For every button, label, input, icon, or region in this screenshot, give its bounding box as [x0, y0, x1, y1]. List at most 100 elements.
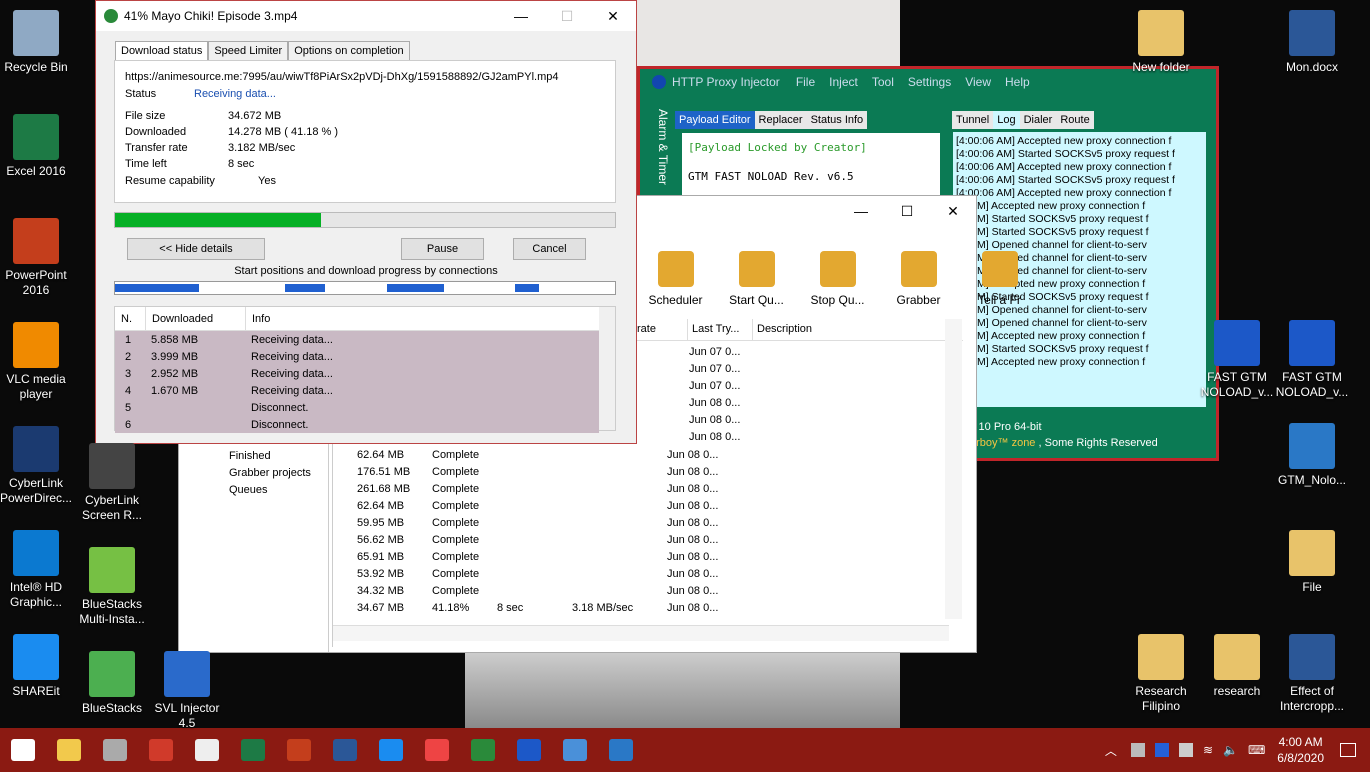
- ehi-task-icon[interactable]: [598, 728, 644, 772]
- table-row[interactable]: 65.91 MB Complete Jun 08 0...: [353, 548, 733, 565]
- hpi-task-icon[interactable]: [506, 728, 552, 772]
- table-row[interactable]: 261.68 MB Complete Jun 08 0...: [353, 480, 733, 497]
- cancel-button[interactable]: Cancel: [513, 238, 586, 260]
- file-explorer-icon[interactable]: [46, 728, 92, 772]
- desktop-icon-screenrecorder[interactable]: CyberLink Screen R...: [74, 443, 150, 523]
- close-button[interactable]: ✕: [590, 1, 636, 31]
- connection-row[interactable]: 6 Disconnect.: [115, 416, 599, 433]
- table-row[interactable]: 34.32 MB Complete Jun 08 0...: [353, 582, 733, 599]
- close-button[interactable]: ✕: [930, 196, 976, 226]
- connections-scrollbar[interactable]: [599, 307, 615, 430]
- maximize-button[interactable]: ☐: [884, 196, 930, 226]
- taskview-icon[interactable]: [92, 728, 138, 772]
- toolbar-startqu[interactable]: Start Qu...: [718, 251, 795, 307]
- network-icon[interactable]: ≋: [1203, 743, 1213, 757]
- tab-replacer[interactable]: Replacer: [754, 111, 807, 129]
- desktop-icon-powerdirector[interactable]: CyberLink PowerDirec...: [0, 426, 74, 506]
- col-downloaded[interactable]: Downloaded: [145, 307, 245, 330]
- tree-grabber-projects[interactable]: Grabber projects: [193, 465, 314, 482]
- table-row[interactable]: 56.62 MB Complete Jun 08 0...: [353, 531, 733, 548]
- menu-tool[interactable]: Tool: [872, 75, 894, 89]
- table-row[interactable]: 62.64 MB Complete Jun 08 0...: [353, 446, 733, 463]
- desktop-icon-recycle-bin[interactable]: Recycle Bin: [0, 10, 74, 75]
- desktop-icon-ehi-file[interactable]: GTM_Nolo...: [1274, 423, 1350, 488]
- table-row[interactable]: 53.92 MB Complete Jun 08 0...: [353, 565, 733, 582]
- toolbar-grabber[interactable]: Grabber: [880, 251, 957, 307]
- connection-row[interactable]: 2 3.999 MB Receiving data...: [115, 348, 599, 365]
- word-task-icon[interactable]: [322, 728, 368, 772]
- tab-tunnel[interactable]: Tunnel: [952, 111, 994, 129]
- table-row[interactable]: 62.64 MB Complete Jun 08 0...: [353, 497, 733, 514]
- desktop-icon-svl-injector[interactable]: SVL Injector 4.5: [149, 651, 225, 731]
- network-task-icon[interactable]: [552, 728, 598, 772]
- menu-view[interactable]: View: [965, 75, 991, 89]
- desktop-icon-hpi-file[interactable]: FAST GTM NOLOAD_v...: [1199, 320, 1275, 400]
- connection-row[interactable]: 1 5.858 MB Receiving data...: [115, 331, 599, 348]
- desktop-icon-hpi-file[interactable]: FAST GTM NOLOAD_v...: [1274, 320, 1350, 400]
- shareit-task-icon[interactable]: [368, 728, 414, 772]
- tray-chevron-icon[interactable]: ︿: [1105, 742, 1117, 759]
- connection-row[interactable]: 5 Disconnect.: [115, 399, 599, 416]
- tab-options-on-completion[interactable]: Options on completion: [288, 41, 410, 60]
- desktop-icon-intel[interactable]: Intel® HD Graphic...: [0, 530, 74, 610]
- desktop-icon-folder[interactable]: New folder: [1123, 10, 1199, 75]
- tray-app-icon[interactable]: [1178, 743, 1193, 757]
- minimize-button[interactable]: —: [498, 1, 544, 31]
- settings-app-icon[interactable]: [138, 728, 184, 772]
- connection-row[interactable]: 3 2.952 MB Receiving data...: [115, 365, 599, 382]
- col-description[interactable]: Description: [752, 319, 816, 340]
- desktop-icon-word-doc[interactable]: Mon.docx: [1274, 10, 1350, 75]
- clock[interactable]: 4:00 AM 6/8/2020: [1277, 734, 1324, 766]
- keyboard-icon[interactable]: ⌨: [1248, 743, 1265, 757]
- desktop-icon-bluestacks[interactable]: BlueStacks: [74, 651, 150, 716]
- tray-blue-icon[interactable]: [1154, 743, 1169, 757]
- powerpoint-task-icon[interactable]: [276, 728, 322, 772]
- desktop-icon-file[interactable]: File: [1274, 530, 1350, 595]
- desktop-icon-shareit[interactable]: SHAREit: [0, 634, 74, 699]
- menu-settings[interactable]: Settings: [908, 75, 951, 89]
- desktop-icon-folder[interactable]: Research Filipino: [1123, 634, 1199, 714]
- toolbar-stopqu[interactable]: Stop Qu...: [799, 251, 876, 307]
- horizontal-scrollbar[interactable]: [333, 625, 949, 641]
- table-row[interactable]: 176.51 MB Complete Jun 08 0...: [353, 463, 733, 480]
- chrome-icon[interactable]: [414, 728, 460, 772]
- tray-box-icon[interactable]: [1130, 743, 1145, 757]
- col-info[interactable]: Info: [245, 307, 276, 330]
- table-row[interactable]: 34.67 MB 41.18% 8 sec 3.18 MB/sec Jun 08 0..…: [353, 599, 733, 616]
- tree-finished[interactable]: Finished: [193, 448, 314, 465]
- tab-route[interactable]: Route: [1056, 111, 1094, 129]
- desktop-icon-bluestacks-multi[interactable]: BlueStacks Multi-Insta...: [74, 547, 150, 627]
- tab-dialer[interactable]: Dialer: [1019, 111, 1057, 129]
- tab-log[interactable]: Log: [993, 111, 1020, 129]
- desktop-icon-vlc[interactable]: VLC media player: [0, 322, 74, 402]
- tab-download-status[interactable]: Download status: [115, 41, 209, 60]
- col-last-try[interactable]: Last Try...: [687, 319, 752, 340]
- hide-details-button[interactable]: << Hide details: [127, 238, 265, 260]
- volume-icon[interactable]: 🔈: [1223, 743, 1238, 757]
- desktop-icon-excel[interactable]: Excel 2016: [0, 114, 74, 179]
- minimize-button[interactable]: —: [838, 196, 884, 226]
- excel-task-icon[interactable]: [230, 728, 276, 772]
- connection-row[interactable]: 4 1.670 MB Receiving data...: [115, 382, 599, 399]
- maximize-button[interactable]: ☐: [544, 1, 590, 31]
- vertical-scrollbar[interactable]: [945, 319, 962, 619]
- desktop-icon-powerpoint[interactable]: PowerPoint 2016: [0, 218, 74, 298]
- desktop-icon-folder[interactable]: research: [1199, 634, 1275, 699]
- payload-editor[interactable]: [Payload Locked by Creator] GTM FAST NOL…: [682, 133, 940, 203]
- notification-icon[interactable]: [1340, 743, 1356, 757]
- menu-inject[interactable]: Inject: [829, 75, 858, 89]
- idm-task-icon[interactable]: [460, 728, 506, 772]
- tree-queues[interactable]: Queues: [193, 482, 314, 499]
- pause-button[interactable]: Pause: [401, 238, 484, 260]
- toolbar-tellafr[interactable]: Tell a Fr: [961, 251, 1038, 307]
- menu-file[interactable]: File: [796, 75, 815, 89]
- desktop-icon-word-doc[interactable]: Effect of Intercropp...: [1274, 634, 1350, 714]
- menu-help[interactable]: Help: [1005, 75, 1030, 89]
- tab-speed-limiter[interactable]: Speed Limiter: [208, 41, 289, 60]
- col-n[interactable]: N.: [115, 307, 145, 330]
- toolbar-scheduler[interactable]: Scheduler: [637, 251, 714, 307]
- table-row[interactable]: 59.95 MB Complete Jun 08 0...: [353, 514, 733, 531]
- store-icon[interactable]: [184, 728, 230, 772]
- start-icon[interactable]: [0, 728, 46, 772]
- col-rate[interactable]: rate: [633, 319, 687, 340]
